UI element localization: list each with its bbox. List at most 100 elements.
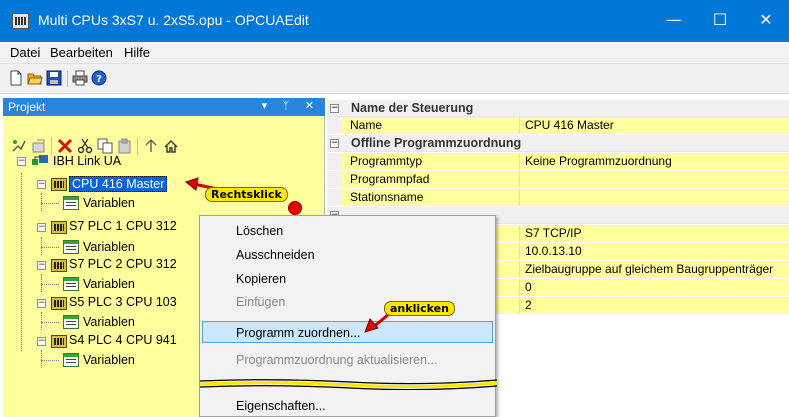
paste-icon[interactable] [117, 138, 133, 154]
tool-a-icon[interactable] [11, 138, 27, 154]
property-row[interactable]: Programmtyp Keine Programmzuordnung [327, 153, 789, 170]
menu-item-eigenschaften[interactable]: Eigenschaften... [236, 399, 326, 413]
property-key: Programmtyp [342, 153, 520, 170]
tree-expander[interactable]: − [17, 157, 26, 166]
tree-line [41, 350, 42, 368]
cpu-icon [51, 259, 67, 272]
copy-icon[interactable] [97, 138, 113, 154]
move-up-icon[interactable] [143, 138, 159, 154]
tree-line [41, 274, 42, 292]
tree-line [41, 237, 42, 255]
variables-icon [63, 353, 79, 367]
tree-node-s7-plc-1[interactable]: S7 PLC 1 CPU 312 [69, 219, 177, 233]
variables-icon [63, 240, 79, 254]
property-value[interactable]: S7 TCP/IP [520, 225, 789, 242]
menu-item-kopieren[interactable]: Kopieren [236, 272, 286, 286]
context-menu: Löschen Ausschneiden Kopieren Einfügen P… [199, 215, 497, 417]
menu-item-loeschen[interactable]: Löschen [236, 224, 283, 238]
tree-line [41, 312, 42, 330]
tree-expander[interactable]: − [37, 180, 46, 189]
tree-node-variables[interactable]: Variablen [83, 277, 135, 291]
cpu-icon [51, 297, 67, 310]
minimize-button[interactable]: — [651, 0, 697, 42]
tree-node-cpu-416-master[interactable]: CPU 416 Master [69, 176, 168, 192]
property-value[interactable] [520, 189, 789, 206]
property-value[interactable]: CPU 416 Master [520, 117, 789, 134]
home-icon[interactable] [163, 138, 179, 154]
tree-line [41, 360, 59, 361]
tree-node-variables[interactable]: Variablen [83, 196, 135, 210]
category-row[interactable]: − Offline Programmzuordnung [327, 135, 789, 152]
title-bar: Multi CPUs 3xS7 u. 2xS5.opu - OPCUAEdit … [0, 0, 789, 42]
open-folder-icon[interactable] [27, 70, 43, 86]
menu-item-ausschneiden[interactable]: Ausschneiden [236, 248, 315, 262]
save-icon[interactable] [46, 70, 62, 86]
new-file-icon[interactable] [8, 70, 24, 86]
cut-icon[interactable] [77, 138, 93, 154]
delete-icon[interactable] [57, 138, 73, 154]
menu-bearbeiten[interactable]: Bearbeiten [50, 45, 113, 60]
menu-hilfe[interactable]: Hilfe [124, 45, 150, 60]
tree-node-s7-plc-2[interactable]: S7 PLC 2 CPU 312 [69, 257, 177, 271]
project-panel-header: Projekt ▾ ᛘ ✕ [3, 98, 325, 116]
property-value[interactable]: Zielbaugruppe auf gleichem Baugruppenträ… [520, 261, 789, 278]
app-icon [12, 13, 29, 29]
variables-icon [63, 315, 79, 329]
menu-datei[interactable]: Datei [10, 45, 40, 60]
variables-icon [63, 196, 79, 210]
property-key: Programmpfad [342, 171, 520, 188]
tool-b-icon[interactable] [31, 138, 47, 154]
toolbar-separator [67, 71, 68, 87]
collapse-icon[interactable]: − [330, 139, 339, 148]
tree-node-s4-plc-4[interactable]: S4 PLC 4 CPU 941 [69, 333, 177, 347]
tree-node-s5-plc-3[interactable]: S5 PLC 3 CPU 103 [69, 295, 177, 309]
property-value[interactable]: Keine Programmzuordnung [520, 153, 789, 170]
property-row[interactable]: Programmpfad [327, 171, 789, 188]
property-value[interactable]: 0 [520, 279, 789, 296]
tool-separator [51, 137, 52, 155]
tree-node-variables[interactable]: Variablen [83, 240, 135, 254]
close-button[interactable]: ✕ [743, 0, 789, 42]
tree-line [41, 322, 59, 323]
property-row[interactable]: Name CPU 416 Master [327, 117, 789, 134]
tree-line [21, 173, 22, 351]
tree-line [41, 193, 42, 211]
menu-bar: Datei Bearbeiten Hilfe [0, 42, 789, 64]
cursor-marker [288, 201, 302, 215]
category-label: Name der Steuerung [351, 101, 474, 115]
print-icon[interactable] [72, 70, 88, 86]
help-icon[interactable]: ? [91, 70, 107, 86]
panel-buttons[interactable]: ▾ ᛘ ✕ [262, 99, 320, 112]
tree-line [41, 247, 59, 248]
property-key: Stationsname [342, 189, 520, 206]
tree-node-variables[interactable]: Variablen [83, 315, 135, 329]
main-toolbar: ? [0, 64, 789, 94]
panel-title: Projekt [8, 100, 46, 114]
tree-expander[interactable]: − [37, 261, 46, 270]
callout-anklicken: anklicken [384, 301, 455, 316]
variables-icon [63, 277, 79, 291]
cpu-icon [51, 178, 67, 191]
tree-node-variables[interactable]: Variablen [83, 353, 135, 367]
cpu-icon [51, 335, 67, 348]
property-row[interactable]: Stationsname [327, 189, 789, 206]
menu-item-einfuegen: Einfügen [236, 295, 286, 309]
menu-item-programm-zuordnen[interactable]: Programm zuordnen... [236, 326, 360, 340]
tree-expander[interactable]: − [37, 337, 46, 346]
property-value[interactable]: 10.0.13.10 [520, 243, 789, 260]
tree-line [41, 284, 59, 285]
property-key: Name [342, 117, 520, 134]
cpu-icon [51, 221, 67, 234]
tree-expander[interactable]: − [37, 223, 46, 232]
tool-separator [137, 137, 138, 155]
tree-line [41, 203, 59, 204]
tree-expander[interactable]: − [37, 299, 46, 308]
property-value[interactable]: 2 [520, 297, 789, 314]
maximize-button[interactable]: ☐ [697, 0, 743, 42]
menu-item-programmzuordnung-aktualisieren: Programmzuordnung aktualisieren... [236, 353, 438, 367]
category-row[interactable]: − Name der Steuerung [327, 100, 789, 117]
collapse-icon[interactable]: − [330, 104, 339, 113]
window-title: Multi CPUs 3xS7 u. 2xS5.opu - OPCUAEdit [38, 12, 309, 28]
property-value[interactable] [520, 171, 789, 188]
tree-root-label[interactable]: IBH Link UA [53, 154, 121, 168]
